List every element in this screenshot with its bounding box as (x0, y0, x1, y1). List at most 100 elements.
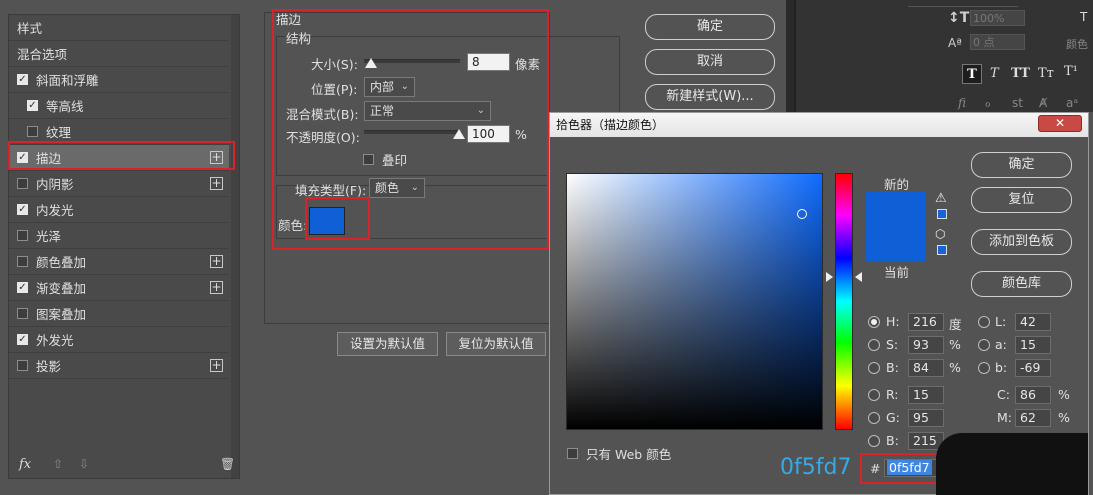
all-caps-icon[interactable]: TT (1011, 66, 1030, 81)
style-item[interactable]: ✓ 内发光 (9, 197, 229, 223)
style-item[interactable]: 投影 + (9, 353, 229, 379)
trash-icon[interactable]: 🗑 (220, 457, 235, 471)
styles-scrollbar[interactable] (231, 15, 239, 478)
web-safe-swatch[interactable] (937, 245, 947, 255)
baseline-shift-input[interactable]: 0 点 (970, 34, 1025, 50)
add-style-icon[interactable]: + (210, 281, 223, 294)
style-item-label: 内阴影 (36, 177, 74, 192)
ligature-icon[interactable]: fi (958, 96, 966, 110)
cube-icon[interactable]: ⬡ (935, 227, 945, 241)
vertical-scale-input[interactable]: 100% (970, 10, 1025, 26)
move-up-icon[interactable]: ⇧ (53, 457, 63, 471)
style-item[interactable]: 内阴影 + (9, 171, 229, 197)
new-style-button[interactable]: 新建样式(W)... (645, 84, 775, 110)
fx-button[interactable]: fx (19, 457, 31, 472)
style-item[interactable]: ✓ 外发光 (9, 327, 229, 353)
lab-b-input[interactable]: -69 (1015, 359, 1051, 377)
style-item-checkbox[interactable]: ✓ (17, 334, 28, 345)
web-only-check[interactable] (567, 448, 578, 459)
r-input[interactable]: 15 (908, 386, 944, 404)
lab-b-radio[interactable] (978, 362, 990, 374)
style-item-checkbox[interactable] (17, 360, 28, 371)
vertical-scale-icon: ↕T (948, 10, 970, 26)
c-input[interactable]: 86 (1015, 386, 1051, 404)
ordinal-icon[interactable]: aᵃ (1066, 96, 1078, 110)
close-icon[interactable]: ✕ (1038, 115, 1082, 132)
style-item-checkbox[interactable]: ✓ (27, 100, 38, 111)
hue-slider-left-arrow[interactable] (826, 272, 833, 282)
color-field[interactable] (566, 173, 823, 430)
b-radio[interactable] (868, 362, 880, 374)
color-picker-titlebar[interactable]: 拾色器（描边颜色） (550, 113, 1088, 137)
text-tool-icon[interactable]: T (1080, 10, 1087, 24)
move-down-icon[interactable]: ⇩ (79, 457, 89, 471)
color-libraries-button[interactable]: 颜色库 (971, 271, 1072, 297)
cancel-button[interactable]: 取消 (645, 49, 775, 75)
style-item[interactable]: 光泽 (9, 223, 229, 249)
m-input[interactable]: 62 (1015, 409, 1051, 427)
style-item[interactable]: ✓ 渐变叠加 + (9, 275, 229, 301)
l-input[interactable]: 42 (1015, 313, 1051, 331)
styles-header[interactable]: 样式 (9, 15, 229, 41)
s-unit: % (949, 337, 961, 352)
g-input[interactable]: 95 (908, 409, 944, 427)
set-default-button[interactable]: 设置为默认值 (337, 332, 438, 356)
ok-button[interactable]: 确定 (645, 14, 775, 40)
style-item[interactable]: ✓ 等高线 (9, 93, 229, 119)
faux-bold-icon[interactable]: T (962, 64, 982, 84)
style-item[interactable]: ✓ 斜面和浮雕 (9, 67, 229, 93)
current-color-swatch[interactable] (866, 226, 926, 261)
small-caps-icon[interactable]: Tт (1038, 66, 1054, 81)
add-to-swatches-button[interactable]: 添加到色板 (971, 229, 1072, 255)
web-only-checkbox[interactable]: 只有 Web 颜色 (567, 444, 671, 463)
superscript-icon[interactable]: T¹ (1064, 64, 1078, 79)
b-input[interactable]: 84 (908, 359, 944, 377)
character-panel: ↕T 100% Aª 0 点 颜色 T T T TT Tт T¹ fi ℴ st… (790, 0, 1093, 112)
add-style-icon[interactable]: + (210, 177, 223, 190)
style-item[interactable]: 混合选项 (9, 41, 229, 67)
style-item[interactable]: 颜色叠加 + (9, 249, 229, 275)
style-item-checkbox[interactable] (17, 178, 28, 189)
dialog-right-edge (786, 0, 794, 112)
l-label: L: (995, 314, 1007, 329)
new-color-swatch (866, 191, 926, 226)
style-item-label: 混合选项 (17, 47, 68, 62)
style-item[interactable]: 图案叠加 (9, 301, 229, 327)
style-item-checkbox[interactable] (17, 230, 28, 241)
s-radio[interactable] (868, 339, 880, 351)
faux-italic-icon[interactable]: T (990, 66, 999, 81)
h-radio[interactable] (868, 316, 880, 328)
highlight-stroke-item (8, 141, 235, 170)
a-radio[interactable] (978, 339, 990, 351)
g-radio[interactable] (868, 412, 880, 424)
style-item-checkbox[interactable]: ✓ (17, 74, 28, 85)
blue-radio[interactable] (868, 435, 880, 447)
l-radio[interactable] (978, 316, 990, 328)
hue-slider-right-arrow[interactable] (855, 272, 862, 282)
c-label: C: (997, 387, 1010, 402)
alt-glyph-icon[interactable]: ℴ (985, 96, 991, 110)
add-style-icon[interactable]: + (210, 255, 223, 268)
s-input[interactable]: 93 (908, 336, 944, 354)
style-item-checkbox[interactable] (17, 256, 28, 267)
picker-ok-button[interactable]: 确定 (971, 152, 1072, 178)
discretionary-icon[interactable]: st (1012, 96, 1023, 110)
reset-default-button[interactable]: 复位为默认值 (446, 332, 546, 356)
web-only-label: 只有 Web 颜色 (586, 447, 672, 462)
a-input[interactable]: 15 (1015, 336, 1051, 354)
hex-overlay-text: 0f5fd7 (780, 455, 852, 480)
h-input[interactable]: 216 (908, 313, 944, 331)
warning-icon[interactable]: ⚠ (935, 191, 947, 206)
style-item-checkbox[interactable]: ✓ (17, 204, 28, 215)
picker-reset-button[interactable]: 复位 (971, 187, 1072, 213)
hue-slider[interactable] (835, 173, 853, 430)
swash-icon[interactable]: Ⱥ (1039, 96, 1047, 110)
panel-top-line (908, 0, 1018, 7)
style-item-checkbox[interactable] (17, 308, 28, 319)
style-item-checkbox[interactable]: ✓ (17, 282, 28, 293)
gamut-swatch[interactable] (937, 209, 947, 219)
color-field-cursor[interactable] (797, 209, 807, 219)
style-item-checkbox[interactable] (27, 126, 38, 137)
r-radio[interactable] (868, 389, 880, 401)
add-style-icon[interactable]: + (210, 359, 223, 372)
